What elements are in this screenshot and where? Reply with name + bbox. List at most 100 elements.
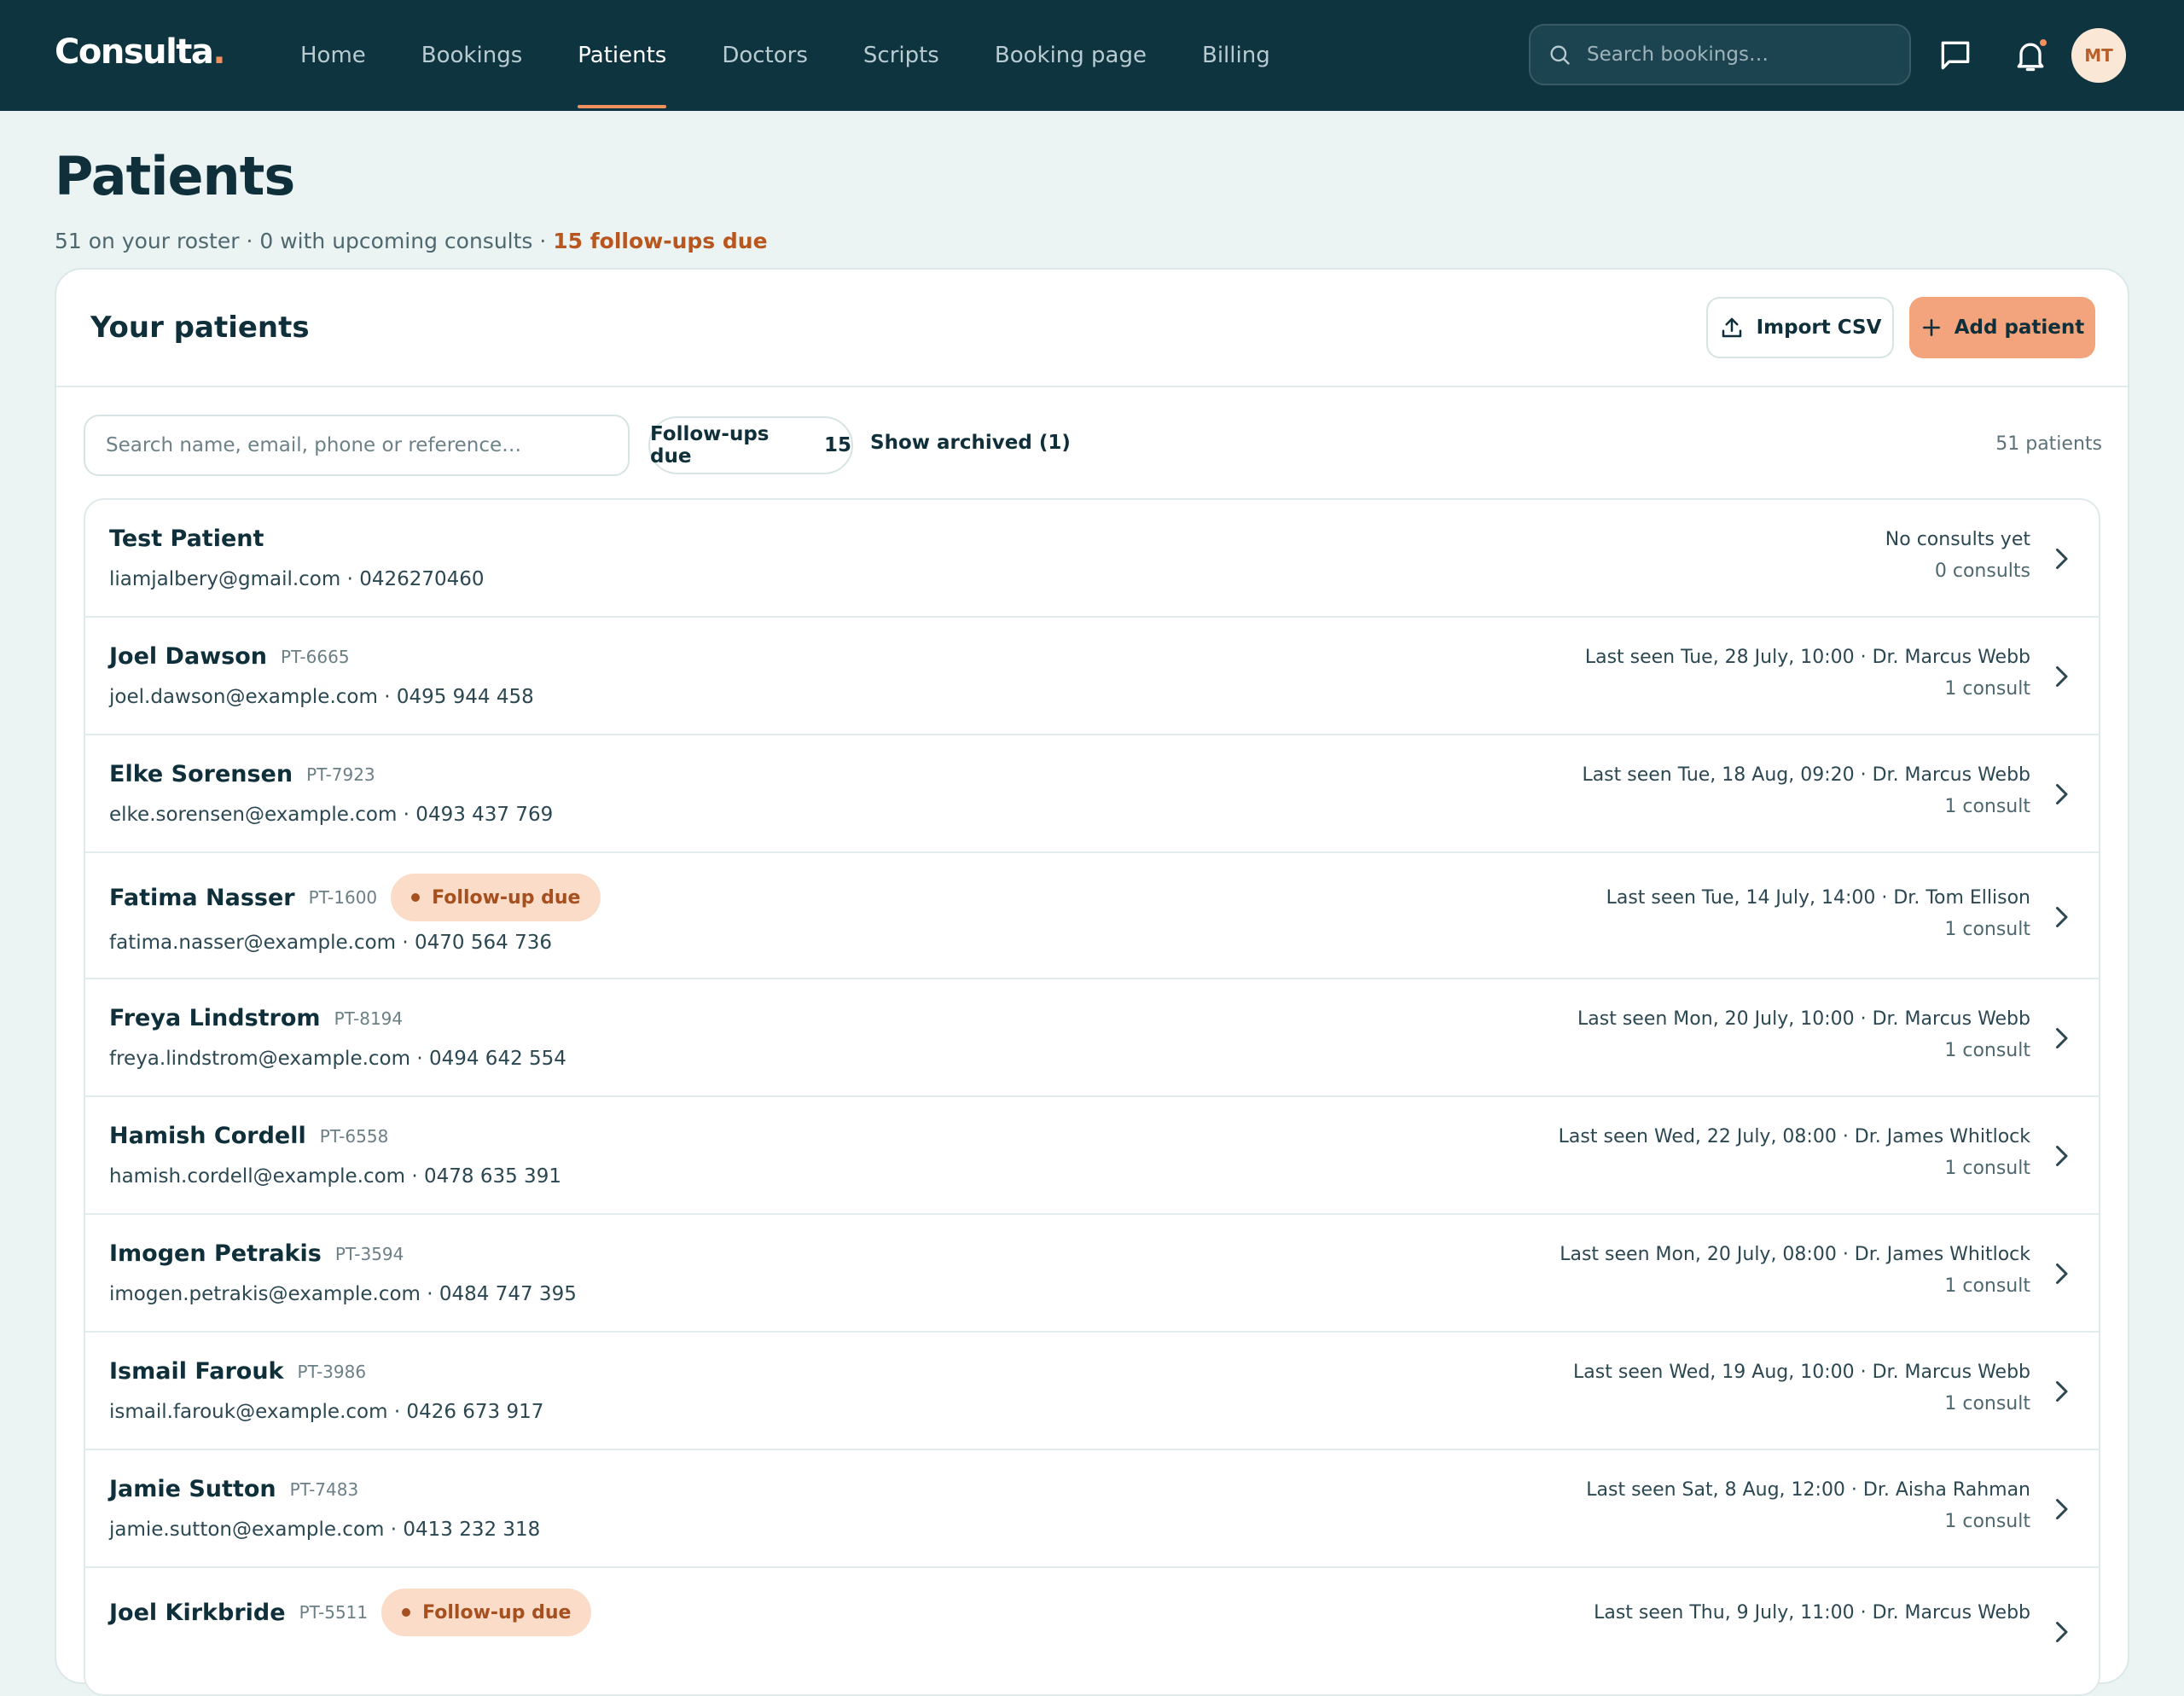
user-avatar[interactable]: MT [2071, 28, 2126, 83]
chevron-right-icon [2056, 784, 2068, 804]
last-seen: Last seen Sat, 8 Aug, 12:00 · Dr. Aisha … [1586, 1479, 2030, 1501]
patient-row[interactable]: Ismail Farouk PT-3986 ismail.farouk@examp… [85, 1333, 2099, 1450]
app-logo[interactable]: Consulta. [55, 32, 226, 72]
last-seen: Last seen Wed, 22 July, 08:00 · Dr. Jame… [1558, 1126, 2030, 1147]
consult-count: 1 consult [1944, 1393, 2030, 1414]
last-seen: Last seen Tue, 18 Aug, 09:20 · Dr. Marcu… [1582, 764, 2030, 786]
last-seen: Last seen Wed, 19 Aug, 10:00 · Dr. Marcu… [1573, 1362, 2030, 1383]
nav-item-doctors[interactable]: Doctors [722, 0, 808, 111]
followup-due-badge: Follow-up due [391, 874, 601, 921]
patient-row[interactable]: Joel Dawson PT-6665 joel.dawson@example.c… [85, 618, 2099, 735]
last-seen: Last seen Tue, 28 July, 10:00 · Dr. Marc… [1584, 647, 2030, 668]
chevron-right-icon [2056, 1263, 2068, 1284]
patient-list: Test Patient liamjalbery@gmail.com · 042… [84, 498, 2100, 1696]
last-seen: No consults yet [1885, 529, 2030, 550]
bookings-search-box[interactable] [1529, 24, 1911, 85]
patient-count: 51 patients [1995, 433, 2102, 455]
patient-row[interactable]: Hamish Cordell PT-6558 hamish.cordell@exa… [85, 1097, 2099, 1215]
last-seen: Last seen Mon, 20 July, 10:00 · Dr. Marc… [1577, 1008, 2030, 1030]
messages-icon[interactable] [1937, 37, 1974, 74]
patient-row[interactable]: Fatima Nasser PT-1600 Follow-up due fatima… [85, 853, 2099, 979]
consult-count: 1 consult [1944, 796, 2030, 817]
nav-item-patients[interactable]: Patients [578, 0, 667, 111]
chevron-right-icon [2056, 1146, 2068, 1166]
top-navigation-bar: Consulta. Home Bookings Patients Doctors… [0, 0, 2184, 111]
page-title: Patients [55, 145, 295, 207]
patient-reference: PT-8194 [334, 1008, 404, 1029]
patient-name: Fatima Nasser [109, 884, 295, 911]
followup-due-badge: Follow-up due [381, 1589, 592, 1636]
patient-row[interactable]: Jamie Sutton PT-7483 jamie.sutton@example… [85, 1450, 2099, 1568]
page-subtitle: 51 on your roster · 0 with upcoming cons… [55, 229, 768, 253]
patient-contact: imogen.petrakis@example.com · 0484 747 3… [109, 1283, 577, 1305]
consult-count: 1 consult [1944, 1158, 2030, 1179]
notification-dot [2038, 38, 2048, 48]
patient-name: Joel Kirkbride [109, 1599, 286, 1626]
followups-due-filter[interactable]: Follow-ups due 15 [648, 416, 853, 474]
patient-name: Jamie Sutton [109, 1476, 276, 1502]
show-archived-toggle[interactable]: Show archived (1) [870, 432, 1071, 454]
chevron-right-icon [2056, 907, 2068, 927]
chevron-right-icon [2056, 1499, 2068, 1519]
nav-item-booking-page[interactable]: Booking page [995, 0, 1147, 111]
consult-count: 1 consult [1944, 919, 2030, 940]
main-nav: Home Bookings Patients Doctors Scripts B… [300, 0, 1326, 111]
consult-count: 0 consults [1934, 560, 2030, 582]
patient-row[interactable]: Test Patient liamjalbery@gmail.com · 042… [85, 500, 2099, 618]
last-seen: Last seen Thu, 9 July, 11:00 · Dr. Marcu… [1594, 1602, 2030, 1623]
last-seen: Last seen Mon, 20 July, 08:00 · Dr. Jame… [1560, 1244, 2030, 1265]
patient-name: Hamish Cordell [109, 1123, 306, 1149]
chevron-right-icon [2056, 666, 2068, 687]
patient-name: Joel Dawson [109, 643, 267, 670]
chevron-right-icon [2056, 1381, 2068, 1402]
patient-row[interactable]: Freya Lindstrom PT-8194 freya.lindstrom@e… [85, 979, 2099, 1097]
patient-reference: PT-7483 [289, 1478, 359, 1500]
patient-contact: jamie.sutton@example.com · 0413 232 318 [109, 1519, 541, 1541]
nav-item-scripts[interactable]: Scripts [863, 0, 939, 111]
patient-contact: ismail.farouk@example.com · 0426 673 917 [109, 1401, 544, 1423]
add-patient-button[interactable]: Add patient [1909, 297, 2095, 358]
patient-name: Elke Sorensen [109, 761, 293, 787]
patient-name: Test Patient [109, 526, 264, 552]
import-csv-button[interactable]: Import CSV [1706, 297, 1894, 358]
chevron-right-icon [2056, 1622, 2068, 1642]
card-header: Your patients Import CSV Add patient [56, 270, 2128, 387]
upload-icon [1722, 317, 1741, 338]
card-title: Your patients [90, 311, 310, 345]
patient-reference: PT-3986 [297, 1361, 367, 1382]
patient-contact: liamjalbery@gmail.com · 0426270460 [109, 568, 485, 590]
patient-reference: PT-3594 [334, 1243, 404, 1264]
followups-due-summary: 15 follow-ups due [553, 229, 768, 253]
patient-contact: joel.dawson@example.com · 0495 944 458 [109, 686, 534, 708]
consult-count: 1 consult [1944, 1275, 2030, 1297]
patient-contact: hamish.cordell@example.com · 0478 635 39… [109, 1165, 561, 1188]
patient-contact: freya.lindstrom@example.com · 0494 642 5… [109, 1048, 566, 1070]
nav-item-home[interactable]: Home [300, 0, 366, 111]
patient-contact: elke.sorensen@example.com · 0493 437 769 [109, 804, 554, 826]
patient-reference: PT-7923 [306, 764, 375, 785]
last-seen: Last seen Tue, 14 July, 14:00 · Dr. Tom … [1606, 887, 2030, 909]
nav-item-bookings[interactable]: Bookings [421, 0, 522, 111]
consult-count: 1 consult [1944, 678, 2030, 700]
patient-name: Imogen Petrakis [109, 1240, 322, 1267]
patient-reference: PT-6558 [319, 1125, 389, 1147]
patient-contact: fatima.nasser@example.com · 0470 564 736 [109, 932, 552, 954]
chevron-right-icon [2056, 1028, 2068, 1048]
bookings-search-input[interactable] [1587, 44, 1894, 66]
nav-item-billing[interactable]: Billing [1202, 0, 1270, 111]
patient-reference: PT-5511 [299, 1602, 369, 1623]
patient-search-box[interactable] [84, 415, 630, 476]
search-icon [1550, 45, 1570, 65]
patient-search-input[interactable] [106, 434, 601, 456]
patient-row[interactable]: Joel Kirkbride PT-5511 Follow-up due Last … [85, 1568, 2099, 1694]
patient-row[interactable]: Imogen Petrakis PT-3594 imogen.petrakis@e… [85, 1215, 2099, 1333]
plus-icon [1922, 319, 1940, 336]
patient-name: Freya Lindstrom [109, 1005, 321, 1031]
patient-row[interactable]: Elke Sorensen PT-7923 elke.sorensen@examp… [85, 735, 2099, 853]
consult-count: 1 consult [1944, 1511, 2030, 1532]
chevron-right-icon [2056, 549, 2068, 569]
patient-reference: PT-6665 [280, 646, 350, 667]
consult-count: 1 consult [1944, 1040, 2030, 1061]
patient-name: Ismail Farouk [109, 1358, 284, 1385]
patient-reference: PT-1600 [308, 887, 378, 908]
